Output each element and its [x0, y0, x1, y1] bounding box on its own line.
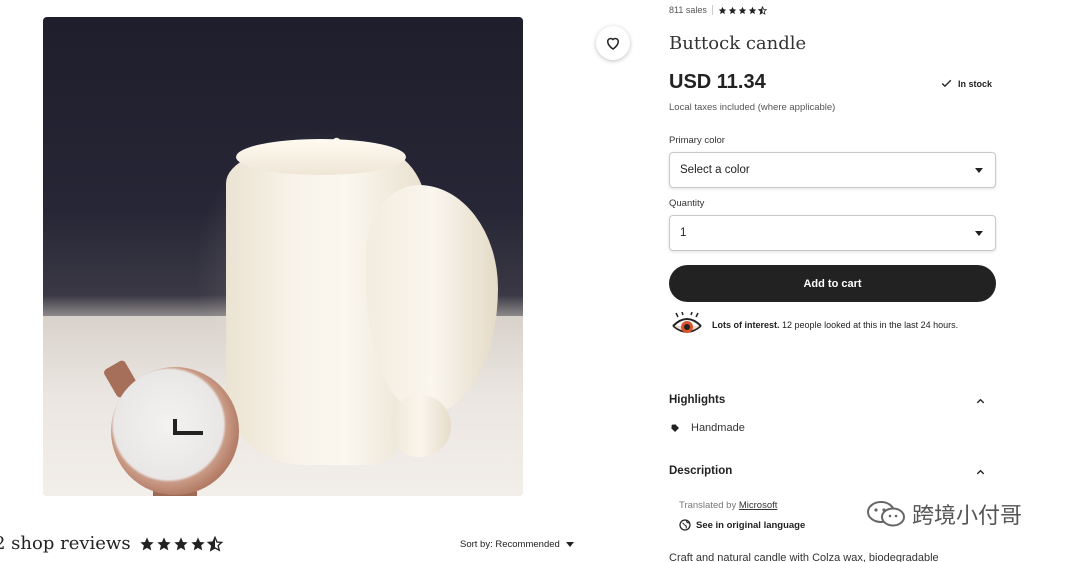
star-icon: [190, 536, 205, 550]
translator-link[interactable]: Microsoft: [739, 500, 778, 511]
stock-status: In stock: [940, 77, 992, 90]
heart-icon: [606, 37, 620, 50]
product-title: Buttock candle: [669, 33, 807, 54]
divider: [711, 5, 713, 15]
watermark-text: 跨境小付哥: [912, 503, 1023, 528]
star-icon: [748, 6, 757, 14]
product-price: USD 11.34: [669, 71, 766, 93]
star-icon: [738, 6, 747, 14]
add-to-cart-button[interactable]: Add to cart: [669, 265, 996, 302]
description-text: Craft and natural candle with Colza wax,…: [669, 552, 939, 562]
watch: [111, 367, 239, 495]
rating-stars[interactable]: [718, 5, 767, 15]
highlights-heading: Highlights: [669, 394, 726, 406]
sales-rating-row: 811 sales: [669, 5, 767, 15]
quantity-select-value: 1: [680, 227, 687, 239]
translation-note: Translated by Microsoft: [679, 500, 777, 511]
original-language-label: See in original language: [696, 519, 806, 531]
star-icon: [728, 6, 737, 14]
caret-down-icon: [975, 168, 983, 173]
tax-note: Local taxes included (where applicable): [669, 102, 836, 113]
hand-icon: [671, 424, 679, 432]
quantity-label: Quantity: [669, 198, 705, 209]
review-count: 2 shop reviews: [0, 533, 131, 554]
watermark: 跨境小付哥: [866, 498, 1022, 530]
candle-top: [236, 139, 406, 175]
interest-text: Lots of interest. 12 people looked at th…: [712, 320, 958, 330]
candle-cheek: [366, 185, 498, 415]
color-label: Primary color: [669, 135, 725, 146]
chat-logo-icon: [867, 501, 905, 527]
star-icon: [139, 536, 154, 550]
sort-dropdown[interactable]: Sort by: Recommended: [460, 539, 574, 550]
star-icon: [156, 536, 171, 550]
candle-shape: [226, 139, 498, 465]
interest-bold: Lots of interest.: [712, 320, 780, 330]
highlights-header[interactable]: Highlights: [669, 394, 996, 406]
interest-detail: 12 people looked at this in the last 24 …: [782, 320, 959, 330]
checkmark-icon: [941, 79, 952, 88]
sort-label: Sort by: Recommended: [460, 539, 560, 550]
highlight-handmade: Handmade: [669, 422, 745, 434]
caret-down-icon: [975, 231, 983, 236]
candle-leg: [391, 395, 451, 457]
interest-notice: Lots of interest. 12 people looked at th…: [670, 312, 958, 338]
stock-label: In stock: [958, 78, 993, 89]
half-star-icon: [206, 535, 223, 552]
quantity-select[interactable]: 1: [669, 215, 996, 251]
star-icon: [173, 536, 188, 550]
caret-down-icon: [565, 542, 574, 547]
translated-prefix: Translated by: [679, 500, 737, 511]
product-image[interactable]: [43, 17, 523, 496]
shop-reviews: 2 shop reviews: [0, 533, 223, 554]
description-header[interactable]: Description: [669, 465, 996, 477]
eye-icon: [672, 312, 702, 333]
color-select-value: Select a color: [680, 164, 750, 176]
review-stars: [139, 535, 223, 552]
color-select[interactable]: Select a color: [669, 152, 996, 188]
original-language-link[interactable]: See in original language: [679, 519, 805, 531]
watch-hand-minute: [173, 431, 203, 435]
sales-count: 811 sales: [669, 5, 707, 15]
star-icon: [718, 6, 727, 14]
globe-icon: [679, 519, 691, 531]
chevron-up-icon: [976, 398, 985, 404]
favorite-button[interactable]: [596, 26, 630, 60]
chevron-up-icon: [976, 469, 985, 475]
highlight-label: Handmade: [691, 422, 745, 434]
half-star-icon: [757, 5, 767, 15]
description-heading: Description: [669, 465, 733, 477]
